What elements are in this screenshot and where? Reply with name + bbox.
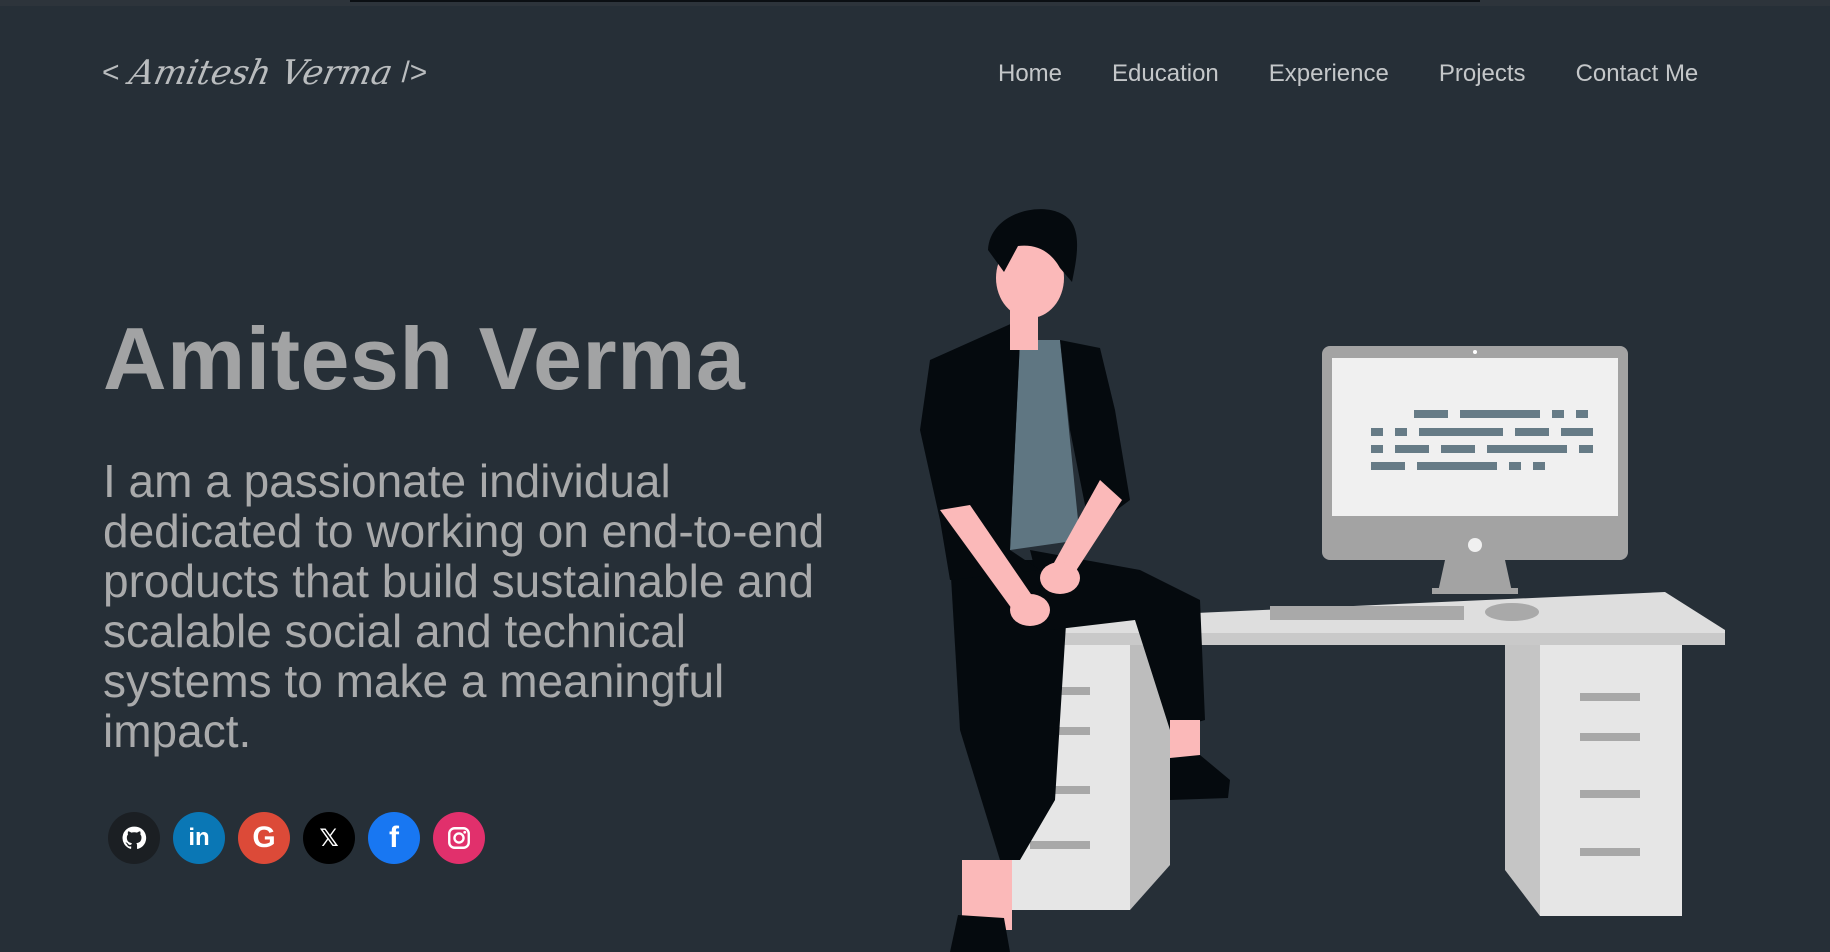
google-button[interactable]: G bbox=[238, 812, 290, 864]
x-icon: 𝕏 bbox=[319, 824, 339, 852]
site-logo[interactable]: < Amitesh Verma /> bbox=[102, 38, 427, 108]
logo-open-bracket: < bbox=[102, 56, 120, 89]
x-button[interactable]: 𝕏 bbox=[303, 812, 355, 864]
linkedin-icon: in bbox=[188, 824, 210, 851]
logo-signature: Amitesh Verma bbox=[125, 53, 396, 93]
facebook-icon: f bbox=[389, 821, 399, 854]
nav-contact[interactable]: Contact Me bbox=[1576, 60, 1699, 88]
hero-illustration bbox=[920, 209, 1725, 952]
logo-close-bracket: /> bbox=[401, 56, 428, 89]
social-links: in G 𝕏 f bbox=[108, 812, 485, 864]
linkedin-button[interactable]: in bbox=[173, 812, 225, 864]
nav-projects[interactable]: Projects bbox=[1439, 60, 1526, 88]
google-icon: G bbox=[252, 821, 276, 854]
instagram-icon bbox=[448, 827, 470, 849]
facebook-button[interactable]: f bbox=[368, 812, 420, 864]
nav-home[interactable]: Home bbox=[998, 60, 1062, 88]
hero-name: Amitesh Verma bbox=[103, 309, 746, 408]
top-divider bbox=[350, 0, 1480, 2]
nav-education[interactable]: Education bbox=[1112, 60, 1219, 88]
nav-experience[interactable]: Experience bbox=[1269, 60, 1389, 88]
hero-tagline: I am a passionate individual dedicated t… bbox=[103, 455, 825, 757]
github-button[interactable] bbox=[108, 812, 160, 864]
main-nav: Home Education Experience Projects Conta… bbox=[998, 60, 1698, 88]
monitor bbox=[1322, 346, 1628, 594]
instagram-button[interactable] bbox=[433, 812, 485, 864]
mouse bbox=[1485, 603, 1539, 621]
github-icon bbox=[122, 826, 147, 849]
keyboard bbox=[1270, 606, 1464, 620]
right-cabinet bbox=[1505, 645, 1682, 916]
